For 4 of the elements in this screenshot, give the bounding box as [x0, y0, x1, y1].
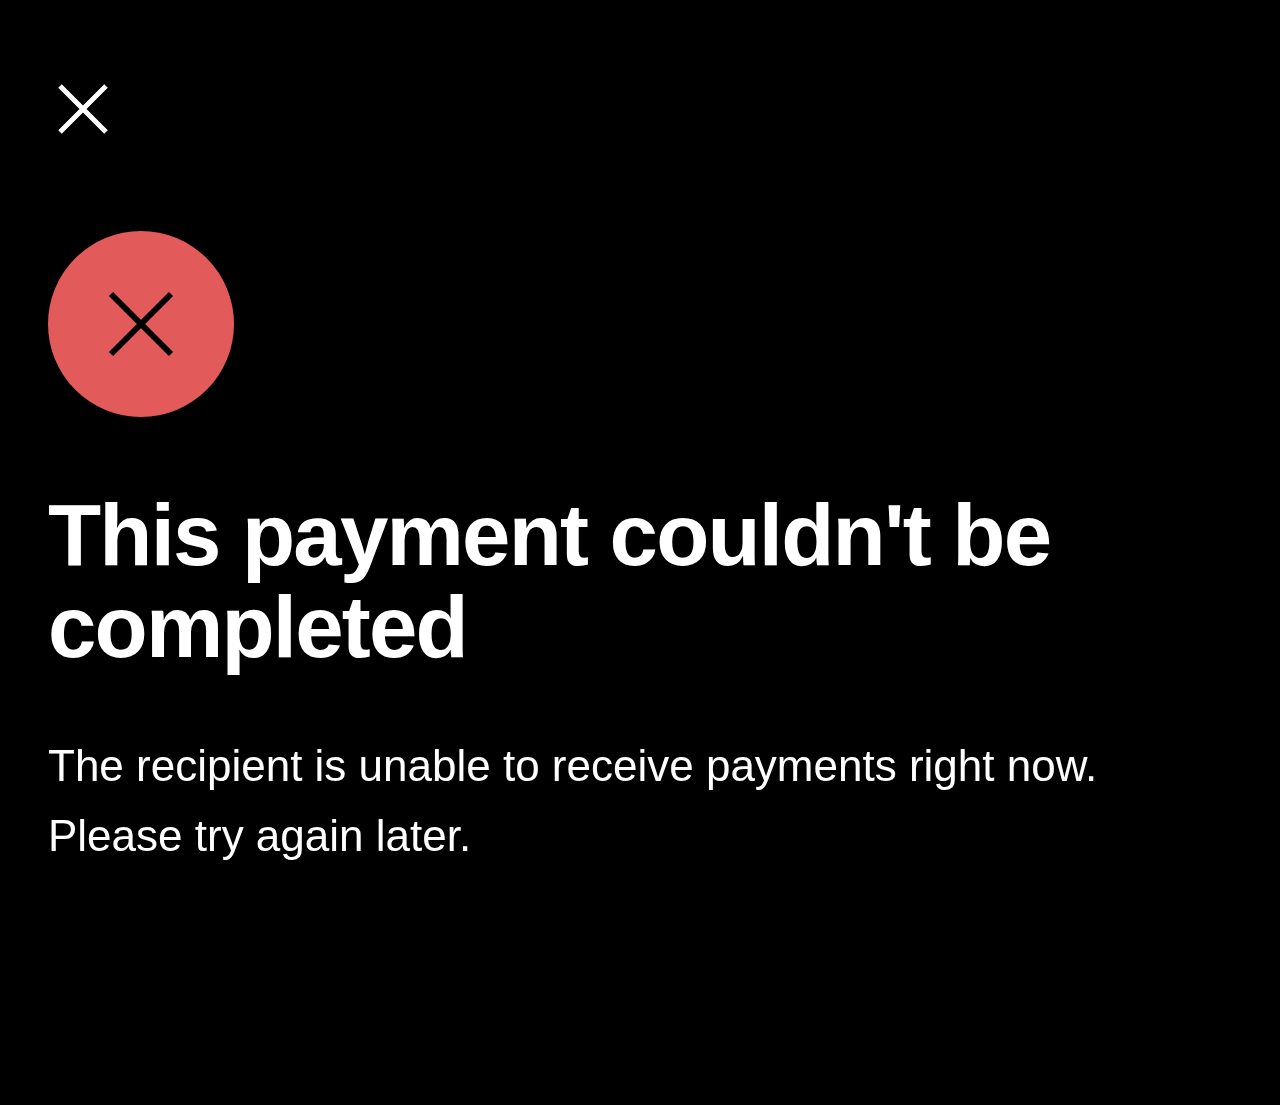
error-message: The recipient is unable to receive payments right now. Please try again later. — [48, 740, 1099, 862]
close-button[interactable] — [56, 82, 110, 136]
close-icon — [58, 84, 108, 134]
error-title: This payment couldn't be completed — [48, 489, 1052, 673]
